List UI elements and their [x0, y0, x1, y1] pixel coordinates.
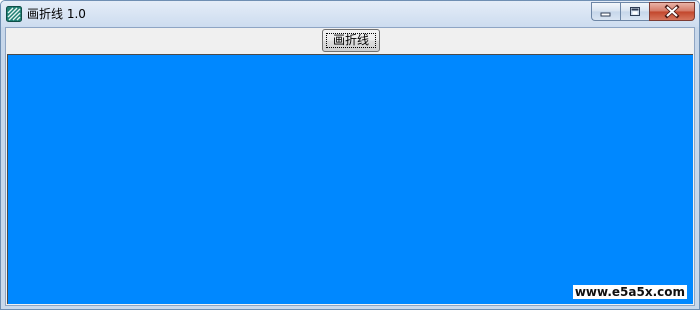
maximize-button[interactable] — [620, 2, 649, 21]
maximize-icon — [630, 7, 640, 16]
app-window: 画折线 1.0 画折线 www.e5a5x.com — [0, 0, 700, 310]
drawing-canvas[interactable]: www.e5a5x.com — [7, 54, 693, 304]
window-title: 画折线 1.0 — [27, 7, 86, 21]
client-area: 画折线 www.e5a5x.com — [5, 27, 695, 306]
watermark-text: www.e5a5x.com — [572, 285, 687, 299]
minimize-button[interactable] — [591, 2, 620, 21]
close-button[interactable] — [649, 2, 695, 21]
title-bar[interactable]: 画折线 1.0 — [1, 1, 699, 27]
caption-buttons — [591, 2, 695, 22]
draw-polyline-button-label: 画折线 — [332, 33, 369, 47]
close-icon — [664, 4, 680, 19]
minimize-icon — [600, 12, 611, 17]
draw-polyline-button[interactable]: 画折线 — [322, 29, 380, 52]
app-stripes-icon[interactable] — [6, 6, 22, 22]
